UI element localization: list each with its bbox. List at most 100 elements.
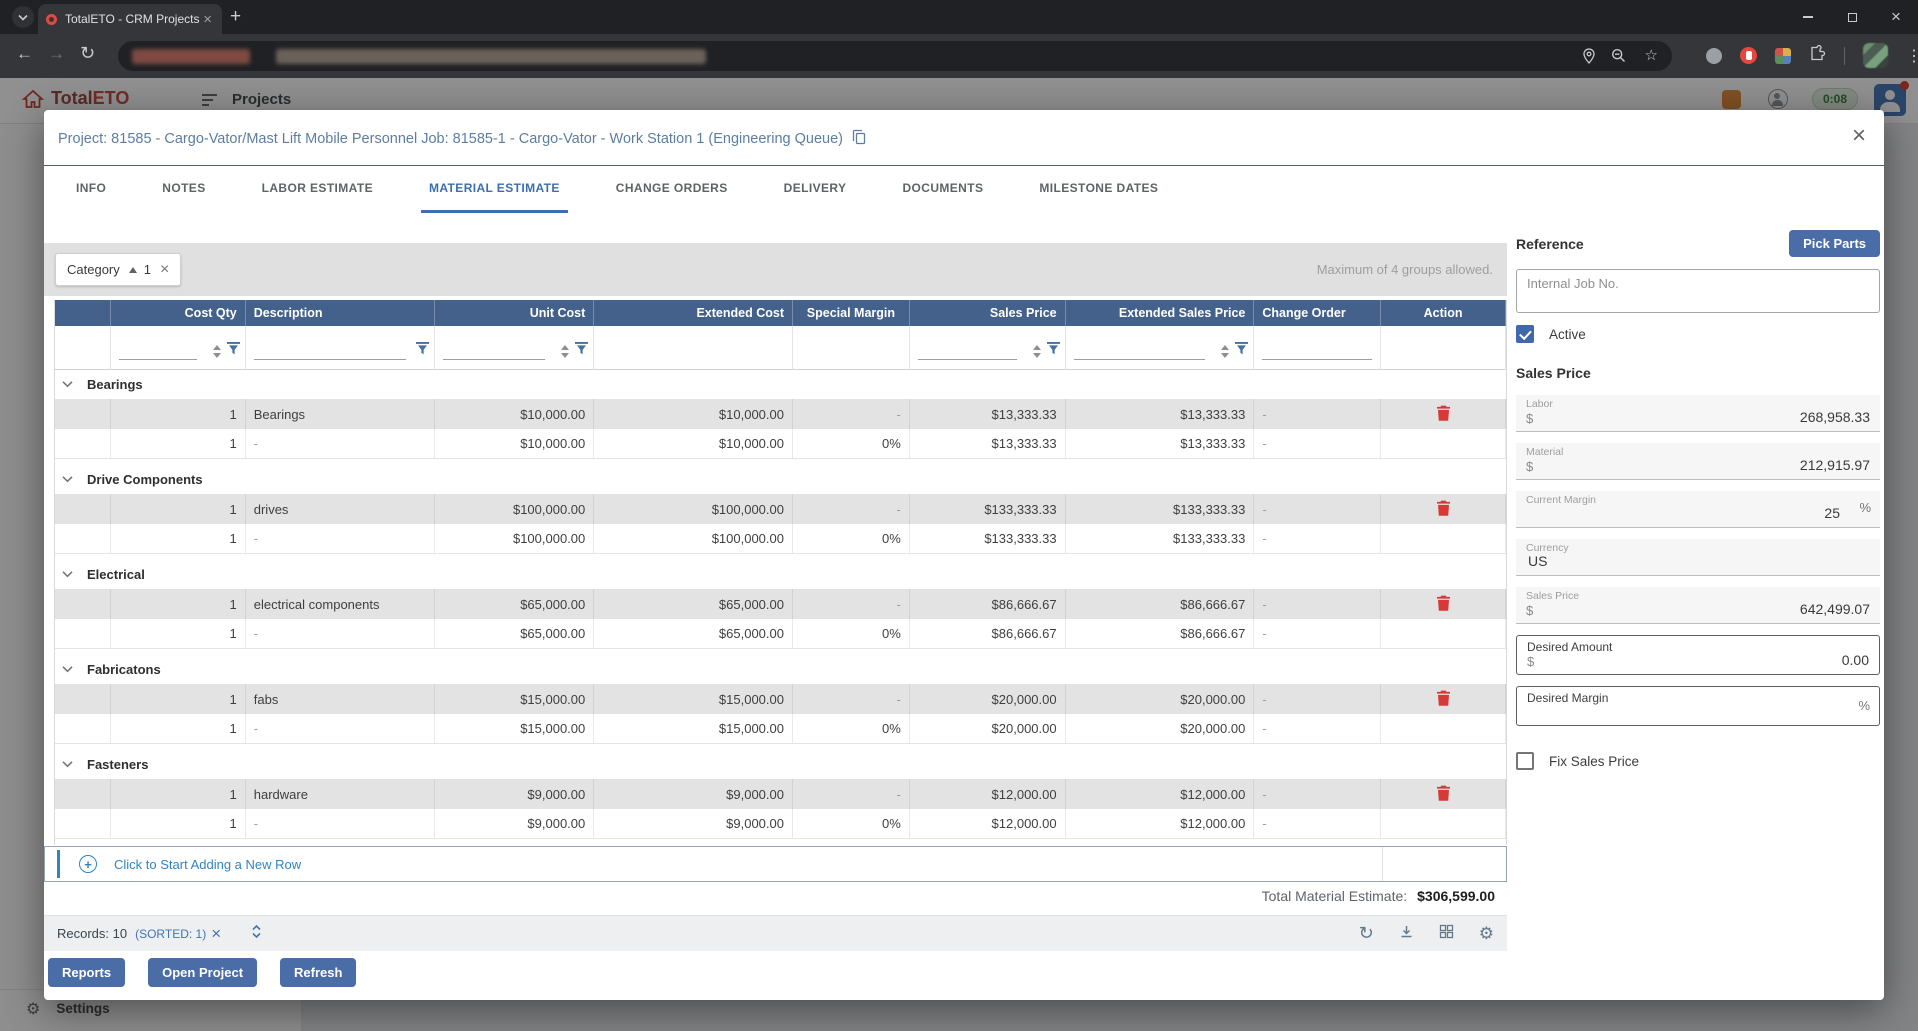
pick-parts-button[interactable]: Pick Parts (1789, 230, 1880, 257)
grid-settings-gear-icon[interactable]: ⚙ (1479, 925, 1494, 943)
cell-sales_price[interactable]: $86,666.67 (910, 619, 1066, 648)
number-spinner-icon[interactable] (1033, 345, 1041, 358)
adblock-hand-icon[interactable] (1740, 47, 1757, 64)
filter-funnel-icon[interactable] (1235, 342, 1248, 360)
filter-input-description[interactable] (254, 359, 407, 360)
field-desired-amount[interactable]: Desired Amount$0.00 (1516, 635, 1880, 675)
group-chip-remove-icon[interactable]: × (160, 261, 169, 279)
field-currency[interactable]: CurrencyUS (1516, 539, 1880, 576)
field-sales-price[interactable]: Sales Price$642,499.07 (1516, 587, 1880, 624)
window-close-icon[interactable]: × (1874, 0, 1918, 34)
filter-input-cost-qty[interactable] (119, 359, 197, 360)
window-maximize-icon[interactable] (1830, 0, 1874, 34)
column-header-extended-cost[interactable]: Extended Cost (594, 300, 793, 326)
cell-description[interactable]: - (246, 809, 436, 838)
cell-action[interactable] (1381, 399, 1506, 429)
cell-extended_cost[interactable]: $10,000.00 (594, 399, 793, 429)
cell-extended_sales_price[interactable]: $13,333.33 (1066, 429, 1255, 458)
cell-qty[interactable]: 1 (111, 619, 246, 648)
cell-extended_sales_price[interactable]: $86,666.67 (1066, 619, 1255, 648)
delete-trash-icon[interactable] (1437, 785, 1450, 804)
cell-extended_cost[interactable]: $100,000.00 (594, 494, 793, 524)
extension-icon[interactable] (1706, 48, 1722, 64)
cell-sales_price[interactable]: $133,333.33 (910, 524, 1066, 553)
cell-unit_cost[interactable]: $10,000.00 (435, 429, 594, 458)
address-bar[interactable]: ☆ (118, 41, 1672, 71)
cell-qty[interactable]: 1 (111, 589, 246, 619)
cell-unit_cost[interactable]: $9,000.00 (435, 779, 594, 809)
location-pin-icon[interactable] (1582, 48, 1596, 69)
delete-trash-icon[interactable] (1437, 500, 1450, 519)
tab-info[interactable]: INFO (68, 166, 114, 213)
cell-description[interactable]: electrical components (246, 589, 436, 619)
cell-extended_cost[interactable]: $65,000.00 (594, 619, 793, 648)
cell-special_margin[interactable]: 0% (793, 809, 910, 838)
cell-change_order[interactable]: - (1254, 714, 1381, 743)
cell-extended_cost[interactable]: $15,000.00 (594, 684, 793, 714)
field-labor[interactable]: Labor$268,958.33 (1516, 395, 1880, 432)
chevron-down-icon[interactable] (61, 661, 74, 679)
cell-change_order[interactable]: - (1254, 399, 1381, 429)
delete-trash-icon[interactable] (1437, 405, 1450, 424)
cell-description[interactable]: - (246, 429, 436, 458)
column-header-unit-cost[interactable]: Unit Cost (435, 300, 594, 326)
cell-sales_price[interactable]: $20,000.00 (910, 714, 1066, 743)
cell-special_margin[interactable]: - (793, 399, 910, 429)
cell-description[interactable]: - (246, 619, 436, 648)
filter-funnel-icon[interactable] (227, 342, 240, 360)
filter-input-unit-cost[interactable] (443, 359, 545, 360)
add-row-button[interactable]: + Click to Start Adding a New Row (44, 846, 1507, 882)
cell-special_margin[interactable]: 0% (793, 714, 910, 743)
filter-funnel-icon[interactable] (1047, 342, 1060, 360)
cell-action[interactable] (1381, 684, 1506, 714)
tab-documents[interactable]: DOCUMENTS (894, 166, 991, 213)
cell-unit_cost[interactable]: $15,000.00 (435, 714, 594, 743)
field-material[interactable]: Material$212,915.97 (1516, 443, 1880, 480)
cell-description[interactable]: Bearings (246, 399, 436, 429)
cell-sales_price[interactable]: $12,000.00 (910, 809, 1066, 838)
cell-special_margin[interactable]: 0% (793, 524, 910, 553)
chevron-down-icon[interactable] (61, 566, 74, 584)
forward-icon[interactable]: → (48, 44, 65, 64)
cell-sales_price[interactable]: $133,333.33 (910, 494, 1066, 524)
number-spinner-icon[interactable] (213, 345, 221, 358)
delete-trash-icon[interactable] (1437, 690, 1450, 709)
cell-special_margin[interactable]: 0% (793, 619, 910, 648)
cell-sales_price[interactable]: $20,000.00 (910, 684, 1066, 714)
extensions-puzzle-icon[interactable] (1809, 45, 1826, 67)
cell-unit_cost[interactable]: $15,000.00 (435, 684, 594, 714)
column-header-change-order[interactable]: Change Order (1254, 300, 1381, 326)
column-header-description[interactable]: Description (246, 300, 436, 326)
column-header-special-margin[interactable]: Special Margin (793, 300, 910, 326)
cell-extended_cost[interactable]: $10,000.00 (594, 429, 793, 458)
column-header-action[interactable]: Action (1381, 300, 1506, 326)
cell-change_order[interactable]: - (1254, 429, 1381, 458)
cell-sales_price[interactable]: $13,333.33 (910, 429, 1066, 458)
chevron-down-icon[interactable] (61, 756, 74, 774)
tab-change-orders[interactable]: CHANGE ORDERS (608, 166, 736, 213)
cell-change_order[interactable]: - (1254, 524, 1381, 553)
column-header-extended-sales-price[interactable]: Extended Sales Price (1066, 300, 1255, 326)
cell-extended_sales_price[interactable]: $133,333.33 (1066, 494, 1255, 524)
cell-extended_cost[interactable]: $15,000.00 (594, 714, 793, 743)
refresh-button[interactable]: Refresh (280, 958, 356, 987)
cell-special_margin[interactable]: - (793, 684, 910, 714)
tab-milestone-dates[interactable]: MILESTONE DATES (1031, 166, 1166, 213)
cell-extended_sales_price[interactable]: $13,333.33 (1066, 399, 1255, 429)
bookmark-star-icon[interactable]: ☆ (1645, 46, 1658, 64)
cell-unit_cost[interactable]: $9,000.00 (435, 809, 594, 838)
browser-menu-icon[interactable]: ⋮ (1906, 46, 1918, 66)
active-checkbox[interactable] (1516, 325, 1534, 343)
cell-unit_cost[interactable]: $100,000.00 (435, 494, 594, 524)
filter-input-change-order[interactable] (1262, 359, 1372, 360)
download-icon[interactable] (1399, 924, 1414, 944)
column-header-cost-qty[interactable]: Cost Qty (111, 300, 246, 326)
cell-qty[interactable]: 1 (111, 714, 246, 743)
group-chip-category[interactable]: Category 1 × (55, 253, 181, 286)
cell-extended_sales_price[interactable]: $20,000.00 (1066, 684, 1255, 714)
cell-unit_cost[interactable]: $65,000.00 (435, 589, 594, 619)
cell-qty[interactable]: 1 (111, 524, 246, 553)
cell-change_order[interactable]: - (1254, 809, 1381, 838)
column-header-sales-price[interactable]: Sales Price (910, 300, 1066, 326)
cell-change_order[interactable]: - (1254, 684, 1381, 714)
